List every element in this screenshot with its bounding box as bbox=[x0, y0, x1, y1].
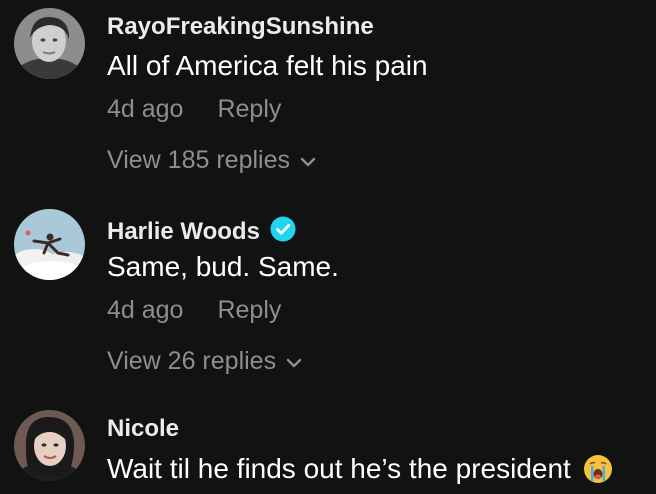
avatar[interactable] bbox=[14, 8, 85, 79]
username[interactable]: Harlie Woods bbox=[107, 216, 296, 247]
chevron-down-icon bbox=[286, 348, 302, 373]
comment-text: Wait til he finds out he’s the president bbox=[107, 454, 613, 489]
view-replies-label: View 26 replies bbox=[107, 347, 277, 375]
username[interactable]: Nicole bbox=[107, 417, 179, 441]
verified-badge-icon bbox=[270, 216, 296, 247]
avatar[interactable] bbox=[14, 410, 85, 481]
comment-text: All of America felt his pain bbox=[107, 50, 428, 81]
username[interactable]: RayoFreakingSunshine bbox=[107, 15, 374, 39]
view-replies-label: View 185 replies bbox=[107, 146, 290, 174]
username-text: Nicole bbox=[107, 415, 180, 442]
comment-text: Same, bud. Same. bbox=[107, 251, 339, 282]
username-text: Harlie Woods bbox=[107, 218, 260, 245]
view-replies-button[interactable]: View 26 replies bbox=[107, 348, 302, 374]
avatar[interactable] bbox=[14, 209, 85, 280]
chevron-down-icon bbox=[300, 147, 316, 172]
comment-meta: 4d ago Reply bbox=[107, 97, 281, 122]
username-text: RayoFreakingSunshine bbox=[107, 13, 374, 40]
reply-button[interactable]: Reply bbox=[217, 296, 281, 324]
crying-face-emoji-icon bbox=[583, 454, 613, 489]
view-replies-button[interactable]: View 185 replies bbox=[107, 147, 316, 173]
comment-text-content: Wait til he finds out he’s the president bbox=[107, 453, 571, 484]
timestamp: 4d ago bbox=[107, 296, 184, 324]
comment-meta: 4d ago Reply bbox=[107, 298, 281, 323]
reply-button[interactable]: Reply bbox=[217, 95, 281, 123]
timestamp: 4d ago bbox=[107, 95, 184, 123]
